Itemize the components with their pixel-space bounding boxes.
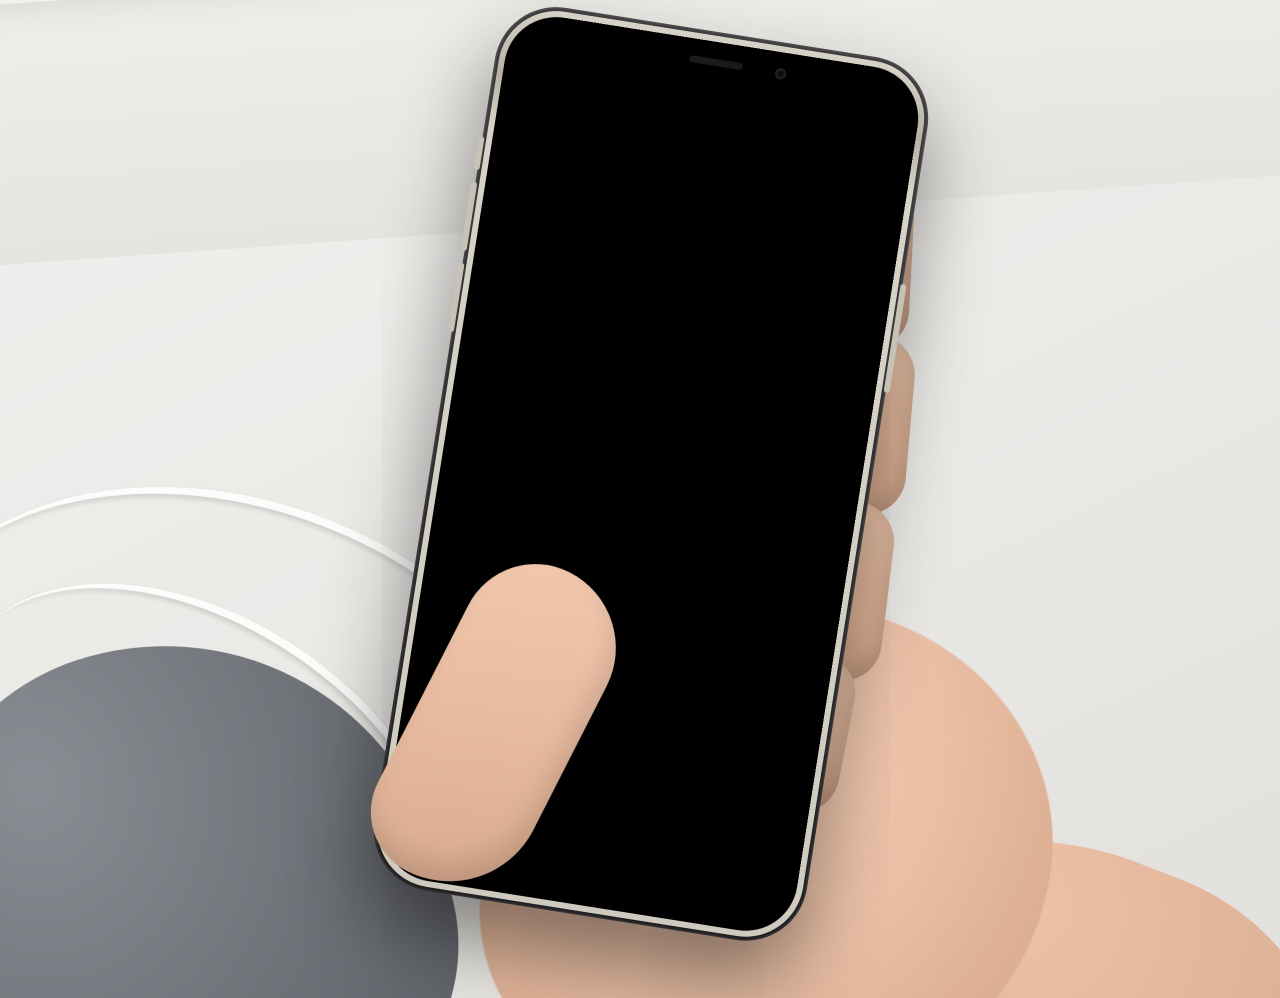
home-indicator[interactable] bbox=[513, 872, 658, 900]
action-mute-notifications[interactable]: Mute Notifications bbox=[457, 452, 835, 565]
arlo-logo-icon bbox=[529, 135, 545, 151]
notification-card[interactable]: ••• bbox=[468, 159, 881, 494]
notification-title: Motion Alert bbox=[486, 389, 831, 461]
volume-up-button bbox=[461, 181, 478, 251]
play-clip-button[interactable] bbox=[800, 390, 834, 424]
camera-snapshot[interactable]: ••• bbox=[485, 168, 872, 433]
mute-switch bbox=[473, 136, 484, 171]
notification-app-name: ARLO bbox=[556, 139, 596, 160]
earpiece-speaker bbox=[689, 55, 743, 70]
notification-header: ARLO bbox=[511, 120, 887, 218]
arlo-app-icon bbox=[525, 131, 550, 156]
notification-subtitle: Person detected on Bedroom at 10:41 PM. bbox=[484, 409, 828, 478]
more-icon[interactable]: ••• bbox=[833, 225, 861, 250]
photo-scene: ARLO ••• bbox=[0, 0, 1280, 998]
dismiss-notification-button[interactable] bbox=[854, 176, 888, 210]
notification-text: Motion Alert Person detected on Bedroom … bbox=[477, 378, 838, 481]
display-notch bbox=[609, 34, 821, 98]
front-camera bbox=[774, 68, 787, 81]
close-icon bbox=[865, 186, 879, 200]
play-icon bbox=[812, 400, 826, 414]
crib-night-vision-image bbox=[485, 168, 872, 433]
volume-down-button bbox=[448, 262, 465, 332]
